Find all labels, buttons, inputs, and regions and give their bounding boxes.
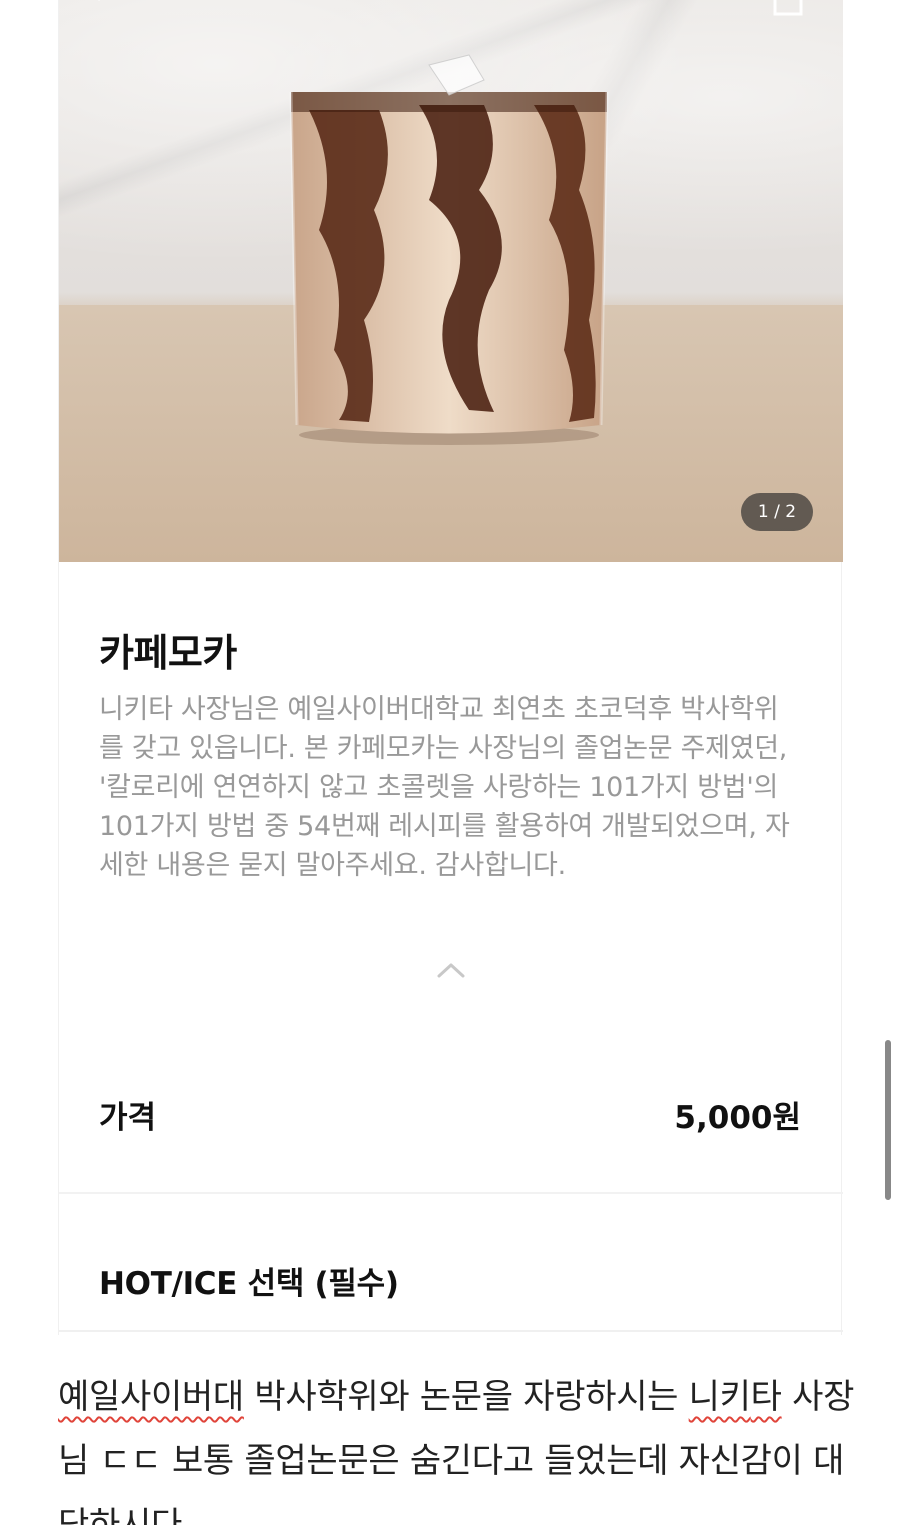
product-description: 니키타 사장님은 예일사이버대학교 최연초 초코덕후 박사학위를 갖고 있읍니다… — [99, 694, 790, 881]
price-value: 5,000원 — [674, 1100, 801, 1136]
scrollbar[interactable] — [885, 1040, 891, 1200]
chevron-up-icon[interactable] — [435, 958, 467, 982]
section-divider — [59, 1192, 843, 1194]
cafe-mocha-glass-illustration — [289, 54, 609, 445]
share-icon[interactable] — [771, 0, 805, 16]
chevron-left-icon[interactable] — [93, 0, 119, 12]
spellcheck-word: 타 — [750, 1377, 782, 1417]
product-card: 1 / 2 카페모카 니키타 사장님은 예일사이버대학교 최연초 초코덕후 박사… — [58, 0, 843, 1335]
product-title: 카페모카 — [99, 631, 237, 675]
post-caption: 예일사이버대 박사학위와 논문을 자랑하시는 니키타 사장님 ㄷㄷ 보통 졸업논… — [58, 1365, 858, 1525]
hot-ice-option-title[interactable]: HOT/ICE 선택 (필수) — [99, 1258, 399, 1303]
spellcheck-word: 예일사이버대 — [58, 1377, 244, 1417]
section-divider — [59, 1330, 843, 1332]
image-page-indicator: 1 / 2 — [741, 493, 813, 531]
caption-text: 박사학위와 논문을 자랑하시는 — [243, 1377, 689, 1417]
spellcheck-word: 니키 — [688, 1377, 751, 1417]
price-label: 가격 — [99, 1100, 157, 1136]
product-image[interactable]: 1 / 2 — [59, 0, 843, 562]
